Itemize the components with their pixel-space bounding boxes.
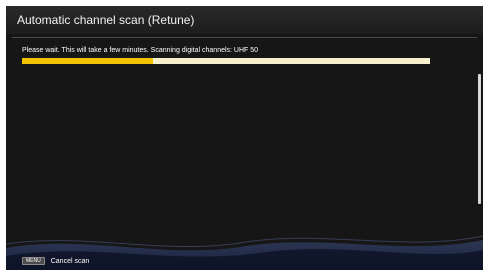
title-bar: Automatic channel scan (Retune) [6,6,483,34]
footer-hint: MENU Cancel scan [22,256,89,266]
scan-progress-bar [22,58,430,64]
scrollbar[interactable] [478,74,481,204]
cancel-scan-label[interactable]: Cancel scan [51,257,90,266]
scan-status-message: Please wait. This will take a few minute… [22,47,259,54]
title-divider [12,37,477,38]
tv-screen: Automatic channel scan (Retune) Please w… [6,6,483,270]
menu-key-icon: MENU [22,257,45,265]
dialog-title: Automatic channel scan (Retune) [17,13,195,27]
scan-progress-fill [22,58,153,64]
